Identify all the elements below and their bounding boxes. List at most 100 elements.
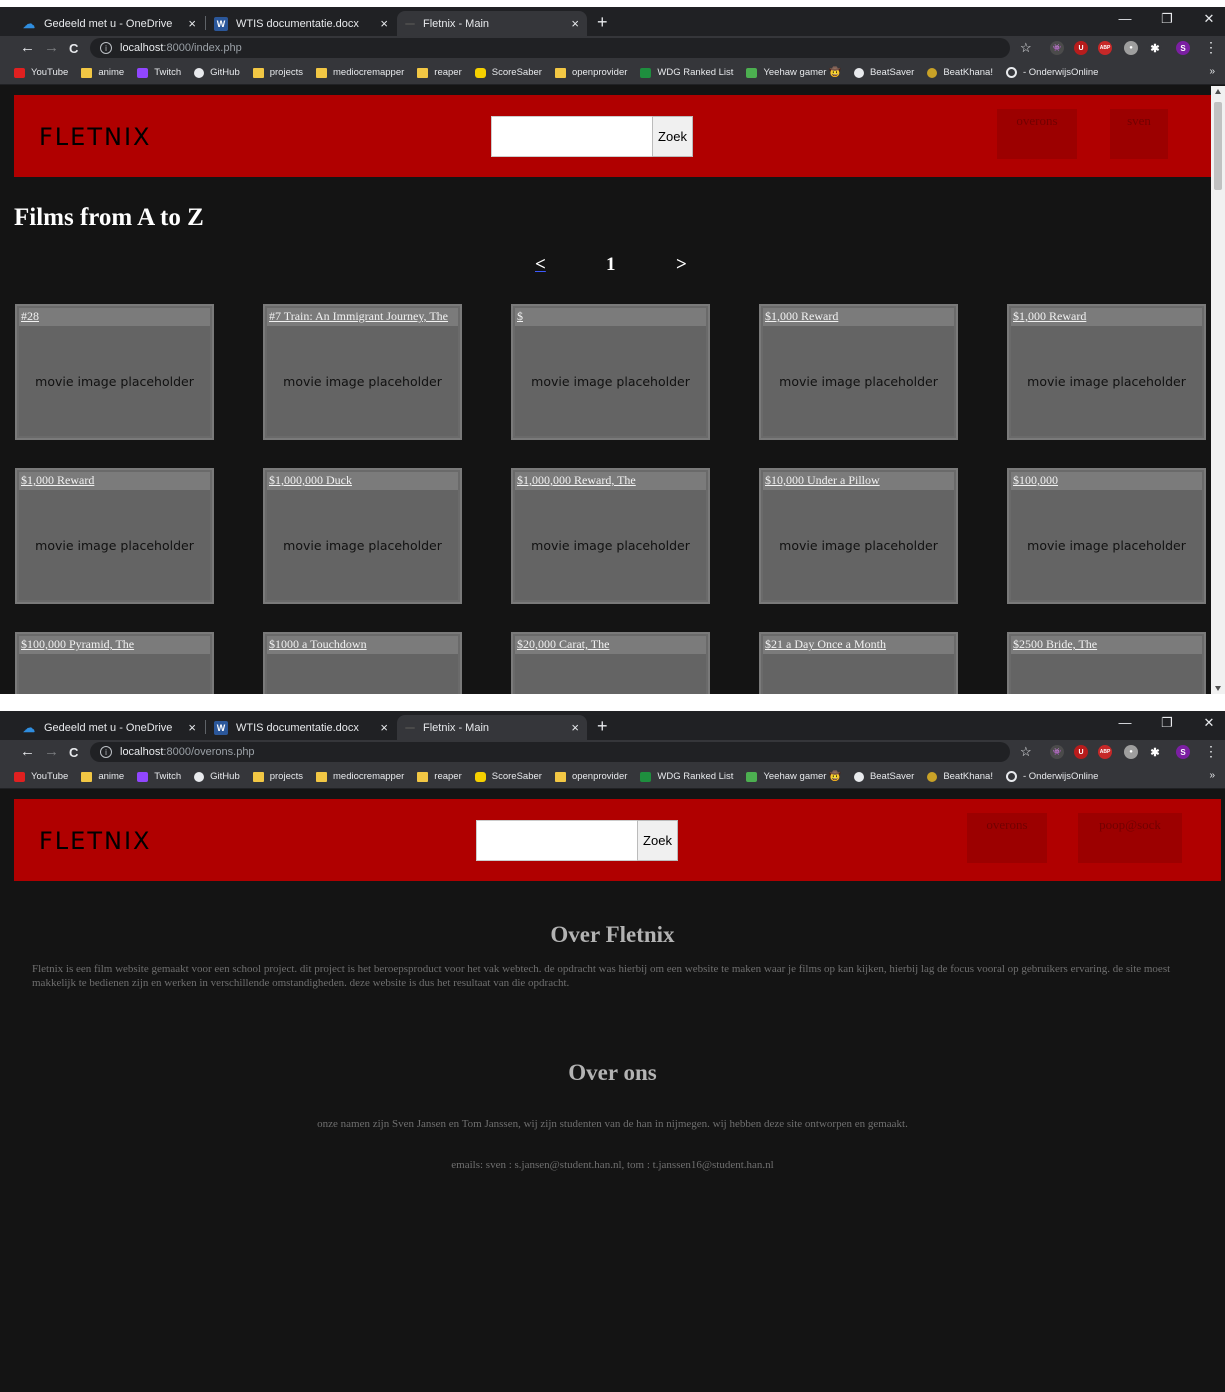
bookmark-yeehaw-gamer[interactable]: Yeehaw gamer 🤠 [746, 67, 841, 78]
nav-overons-link[interactable]: overons [997, 109, 1077, 159]
movie-title-link[interactable]: $20,000 Carat, The [515, 636, 706, 654]
scrollbar-thumb[interactable] [1214, 102, 1222, 190]
pager-prev-link[interactable]: < [535, 254, 546, 276]
close-tab-icon[interactable]: × [380, 16, 388, 31]
bookmark-star-icon[interactable]: ☆ [1020, 40, 1032, 56]
back-button[interactable]: ← [20, 39, 35, 56]
bookmark-beatkhana[interactable]: BeatKhana! [927, 67, 993, 78]
movie-card[interactable]: $2500 Bride, Themovie image placeholder [1007, 632, 1206, 694]
bookmark-reaper[interactable]: reaper [417, 771, 462, 782]
ublock-icon[interactable]: U [1074, 745, 1088, 759]
bookmark-github[interactable]: GitHub [194, 771, 240, 782]
movie-title-link[interactable]: $1000 a Touchdown [267, 636, 458, 654]
close-tab-icon[interactable]: × [188, 720, 196, 735]
bookmark-twitch[interactable]: Twitch [137, 771, 181, 782]
browser-menu-icon[interactable]: ⋮ [1204, 39, 1218, 56]
site-info-icon[interactable]: i [100, 42, 112, 54]
forward-button[interactable]: → [44, 39, 59, 56]
tab-word-doc[interactable]: W WTIS documentatie.docx × [206, 11, 396, 36]
bookmark-twitch[interactable]: Twitch [137, 67, 181, 78]
bookmark-projects[interactable]: projects [252, 67, 303, 78]
movie-card[interactable]: #28 movie image placeholder [15, 304, 214, 440]
movie-card[interactable]: $ movie image placeholder [511, 304, 710, 440]
movie-card[interactable]: $10,000 Under a Pillow movie image placeh… [759, 468, 958, 604]
profile-avatar[interactable]: S [1176, 745, 1190, 759]
search-button[interactable]: Zoek [652, 116, 693, 157]
extension-invader-icon[interactable]: 👾 [1050, 41, 1064, 55]
more-bookmarks-icon[interactable]: » [1209, 770, 1215, 781]
bookmark-scoresaber[interactable]: ScoreSaber [474, 67, 542, 78]
bookmark-anime[interactable]: anime [81, 67, 124, 78]
bookmark-scoresaber[interactable]: ScoreSaber [474, 771, 542, 782]
movie-title-link[interactable]: $1,000 Reward [763, 308, 954, 326]
close-tab-icon[interactable]: × [571, 720, 579, 735]
extensions-puzzle-icon[interactable]: ✱ [1148, 745, 1162, 759]
bookmark-beatkhana[interactable]: BeatKhana! [927, 771, 993, 782]
movie-title-link[interactable]: $1,000 Reward [19, 472, 210, 490]
browser-menu-icon[interactable]: ⋮ [1204, 743, 1218, 760]
movie-card[interactable]: $20,000 Carat, Themovie image placeholde… [511, 632, 710, 694]
site-info-icon[interactable]: i [100, 746, 112, 758]
bookmark-onderwijsonline[interactable]: - OnderwijsOnline [1005, 771, 1098, 782]
movie-card[interactable]: $1,000 Reward movie image placeholder [1007, 304, 1206, 440]
movie-title-link[interactable]: $1,000,000 Reward, The [515, 472, 706, 490]
reload-button[interactable]: C [69, 41, 78, 56]
movie-card[interactable]: $21 a Day Once a Monthmovie image placeh… [759, 632, 958, 694]
scroll-down-arrow-icon[interactable] [1215, 686, 1221, 691]
bookmark-anime[interactable]: anime [81, 771, 124, 782]
extension-invader-icon[interactable]: 👾 [1050, 745, 1064, 759]
movie-title-link[interactable]: $1,000 Reward [1011, 308, 1202, 326]
tab-onedrive[interactable]: ☁ Gedeeld met u - OneDrive × [14, 715, 204, 740]
movie-card[interactable]: $100,000 movie image placeholder [1007, 468, 1206, 604]
bookmark-github[interactable]: GitHub [194, 67, 240, 78]
fletnix-logo[interactable]: FLETNIX [39, 123, 151, 151]
adblock-icon[interactable]: ABP [1098, 41, 1112, 55]
profile-avatar[interactable]: S [1176, 41, 1190, 55]
reload-button[interactable]: C [69, 745, 78, 760]
search-button[interactable]: Zoek [637, 820, 678, 861]
tab-onedrive[interactable]: ☁ Gedeeld met u - OneDrive × [14, 11, 204, 36]
movie-title-link[interactable]: $100,000 Pyramid, The [19, 636, 210, 654]
movie-card[interactable]: $1,000,000 Duck movie image placeholder [263, 468, 462, 604]
bookmark-yeehaw-gamer[interactable]: Yeehaw gamer 🤠 [746, 771, 841, 782]
movie-title-link[interactable]: $ [515, 308, 706, 326]
nav-overons-link[interactable]: overons [967, 813, 1047, 863]
movie-card[interactable]: #7 Train: An Immigrant Journey, The movie… [263, 304, 462, 440]
extension-circle-icon[interactable]: ● [1124, 745, 1138, 759]
bookmark-wdg-ranked-list[interactable]: WDG Ranked List [640, 771, 733, 782]
new-tab-button[interactable]: + [597, 717, 608, 735]
bookmark-mediocremapper[interactable]: mediocremapper [316, 771, 404, 782]
nav-user-link[interactable]: poop@sock [1078, 813, 1182, 863]
movie-card[interactable]: $1000 a Touchdownmovie image placeholder [263, 632, 462, 694]
bookmark-youtube[interactable]: YouTube [14, 771, 68, 782]
search-input[interactable] [491, 116, 653, 157]
scroll-up-arrow-icon[interactable] [1215, 89, 1221, 94]
tab-fletnix-main[interactable]: Fletnix - Main × [397, 11, 587, 36]
maximize-button[interactable]: ❐ [1152, 11, 1182, 27]
more-bookmarks-icon[interactable]: » [1209, 66, 1215, 77]
movie-title-link[interactable]: $1,000,000 Duck [267, 472, 458, 490]
page-scrollbar[interactable] [1211, 86, 1225, 694]
movie-title-link[interactable]: $2500 Bride, The [1011, 636, 1202, 654]
close-tab-icon[interactable]: × [188, 16, 196, 31]
movie-title-link[interactable]: #7 Train: An Immigrant Journey, The [267, 308, 458, 326]
new-tab-button[interactable]: + [597, 13, 608, 31]
minimize-button[interactable]: — [1110, 11, 1140, 26]
movie-title-link[interactable]: $10,000 Under a Pillow [763, 472, 954, 490]
adblock-icon[interactable]: ABP [1098, 745, 1112, 759]
url-input[interactable]: i localhost:8000/overons.php [90, 742, 1010, 762]
close-window-button[interactable]: ✕ [1194, 11, 1224, 27]
bookmark-projects[interactable]: projects [252, 771, 303, 782]
extensions-puzzle-icon[interactable]: ✱ [1148, 41, 1162, 55]
bookmark-beatsaver[interactable]: BeatSaver [853, 771, 914, 782]
search-input[interactable] [476, 820, 638, 861]
extension-circle-icon[interactable]: ● [1124, 41, 1138, 55]
close-tab-icon[interactable]: × [571, 16, 579, 31]
close-tab-icon[interactable]: × [380, 720, 388, 735]
bookmark-openprovider[interactable]: openprovider [554, 67, 627, 78]
ublock-icon[interactable]: U [1074, 41, 1088, 55]
movie-card[interactable]: $100,000 Pyramid, Themovie image placeho… [15, 632, 214, 694]
movie-title-link[interactable]: #28 [19, 308, 210, 326]
bookmark-youtube[interactable]: YouTube [14, 67, 68, 78]
bookmark-openprovider[interactable]: openprovider [554, 771, 627, 782]
